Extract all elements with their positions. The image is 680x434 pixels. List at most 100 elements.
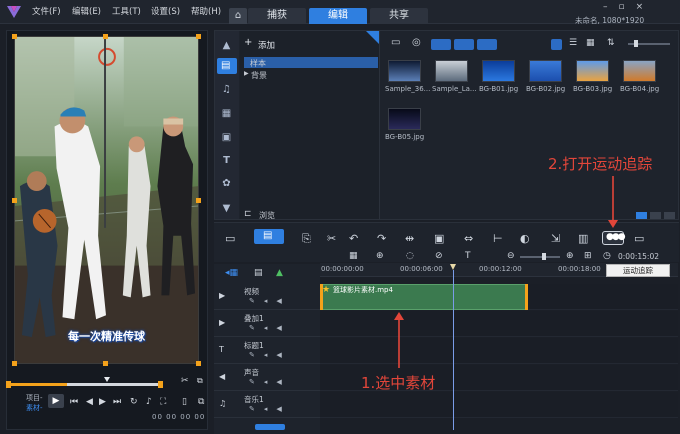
mode-clip[interactable]: 素材- [26, 403, 43, 413]
library-thumbnail[interactable] [388, 108, 421, 130]
preview-timecode[interactable]: 00 00 00 00 [152, 413, 205, 421]
play-button[interactable]: ▶ [48, 394, 64, 408]
transition-icon[interactable]: ♫ [219, 84, 234, 97]
folder-background[interactable]: 背景 [251, 70, 267, 81]
track-controls[interactable]: ✎◂◀ [249, 405, 291, 413]
skip-end-icon[interactable]: ⏭ [113, 397, 121, 407]
add-folder-icon[interactable]: + [244, 37, 252, 48]
restore-icon[interactable]: ▫ [619, 2, 636, 12]
crop-handle-top-left[interactable] [12, 34, 17, 39]
mask-icon[interactable]: ◐ [520, 232, 530, 245]
sort-icon[interactable]: ⇅ [607, 38, 615, 48]
split-icon[interactable]: ✂ [181, 376, 189, 386]
text-track-icon[interactable]: T [465, 251, 471, 261]
show-photo-button[interactable] [454, 39, 474, 50]
library-thumbnail[interactable] [435, 60, 468, 82]
home-button[interactable]: ⌂ [229, 8, 247, 24]
autoscroll-icon[interactable]: ⊘ [435, 251, 443, 261]
browse-button[interactable]: 浏览 [259, 210, 275, 221]
menu-edit[interactable]: 编辑(E) [72, 5, 101, 17]
subtitle-icon[interactable]: ▭ [634, 232, 644, 245]
chapter-icon[interactable]: ▤ [254, 268, 263, 278]
library-layout-button[interactable] [636, 212, 647, 219]
track-controls[interactable]: ✎◂◀ [249, 378, 291, 386]
menu-file[interactable]: 文件(F) [32, 5, 61, 17]
mix-icon[interactable]: ▦ [349, 251, 358, 261]
crop-icon[interactable]: ▣ [434, 232, 444, 245]
tab-share[interactable]: 共享 [370, 8, 428, 24]
tools-icon[interactable]: ✂ [327, 232, 336, 245]
copy-icon[interactable]: ⧉ [198, 397, 204, 407]
trim-out-marker[interactable] [158, 381, 163, 388]
snap-icon[interactable]: ⊕ [376, 251, 384, 261]
add-folder-button[interactable]: 添加 [258, 39, 275, 51]
track-lane[interactable] [320, 392, 678, 418]
motion-tracking-button[interactable]: ●●● [602, 231, 626, 245]
trim-icon[interactable]: ⇔ [464, 232, 473, 245]
view-thumbnail-button[interactable] [551, 39, 562, 50]
redo-icon[interactable]: ↷ [377, 232, 386, 245]
library-thumbnail[interactable] [388, 60, 421, 82]
record-icon[interactable]: ◎ [412, 37, 421, 48]
zoom-slider-knob[interactable] [542, 253, 546, 260]
library-thumbnail[interactable] [482, 60, 515, 82]
tab-edit[interactable]: 编辑 [309, 8, 367, 24]
crop-handle-bottom-left[interactable] [12, 361, 17, 366]
fit-icon[interactable]: ⧉ [197, 376, 203, 386]
folder-expand-icon[interactable]: ▶ [244, 70, 249, 77]
crop-handle-left[interactable] [12, 198, 17, 203]
ripple-icon[interactable]: ◌ [406, 251, 414, 261]
storyboard-view-icon[interactable]: ▭ [225, 232, 235, 245]
skip-start-icon[interactable]: ⏮ [70, 397, 78, 407]
timeline-timecode[interactable]: 0:00:15:02 [618, 252, 678, 263]
mode-project[interactable]: 项目- [26, 393, 43, 403]
aspect-icon[interactable]: ⛶ [160, 397, 166, 407]
crop-handle-bottom-right[interactable] [196, 361, 201, 366]
collapse-up-icon[interactable]: ▲ [219, 40, 234, 53]
device-icon[interactable]: ▯ [182, 397, 187, 407]
step-back-icon[interactable]: ◀ [86, 397, 93, 407]
library-thumbnail[interactable] [529, 60, 562, 82]
menu-help[interactable]: 帮助(H) [191, 5, 221, 17]
view-list-icon[interactable]: ☰ [569, 38, 577, 48]
undo-icon[interactable]: ↶ [349, 232, 358, 245]
preview-scrubber[interactable] [8, 383, 163, 386]
menu-settings[interactable]: 设置(S) [151, 5, 180, 17]
stabilize-icon[interactable]: ⇲ [551, 232, 560, 245]
folder-sample[interactable]: 样本 [250, 58, 266, 69]
clip-icon[interactable]: ⎘ [302, 232, 311, 246]
library-thumbnail[interactable] [576, 60, 609, 82]
window-controls[interactable]: –▫× [603, 2, 678, 14]
track-lane[interactable] [320, 338, 678, 364]
trim-in-marker[interactable] [6, 381, 11, 388]
crop-handle-top[interactable] [103, 34, 108, 39]
minimize-icon[interactable]: – [603, 2, 619, 12]
media-category-button[interactable]: ▤ [217, 58, 237, 74]
volume-icon[interactable]: ♪ [146, 397, 152, 407]
instant-project-icon[interactable]: ▦ [219, 108, 234, 121]
playhead-line[interactable] [453, 270, 454, 430]
filter-icon[interactable]: ✿ [219, 178, 234, 191]
menu-tools[interactable]: 工具(T) [112, 5, 141, 17]
clip-trim-right[interactable] [525, 284, 528, 310]
show-video-button[interactable] [431, 39, 451, 50]
panel-corner-marker[interactable] [366, 31, 379, 44]
library-layout-button-3[interactable] [664, 212, 675, 219]
title-icon[interactable]: T [219, 155, 234, 168]
graphics-icon[interactable]: ▣ [219, 132, 234, 145]
track-controls[interactable]: ✎◂◀ [249, 351, 291, 359]
track-manager-icon[interactable]: ◂▦ [225, 268, 238, 278]
tab-capture[interactable]: 捕获 [248, 8, 306, 24]
crop-handle-top-right[interactable] [196, 34, 201, 39]
track-lane[interactable] [320, 311, 678, 337]
timeline-scrollbar[interactable] [255, 424, 285, 430]
zoom-in-icon[interactable]: ⊕ [566, 251, 574, 261]
thumbnail-size-knob[interactable] [634, 40, 638, 47]
library-thumbnail[interactable] [623, 60, 656, 82]
close-icon[interactable]: × [636, 2, 655, 12]
show-audio-button[interactable] [477, 39, 497, 50]
step-forward-icon[interactable]: ▶ [99, 397, 106, 407]
fit-timeline-icon[interactable]: ⇹ [405, 232, 414, 245]
import-folder-icon[interactable]: ▭ [391, 37, 400, 48]
timeline-view-button[interactable]: ▤ [254, 229, 284, 244]
